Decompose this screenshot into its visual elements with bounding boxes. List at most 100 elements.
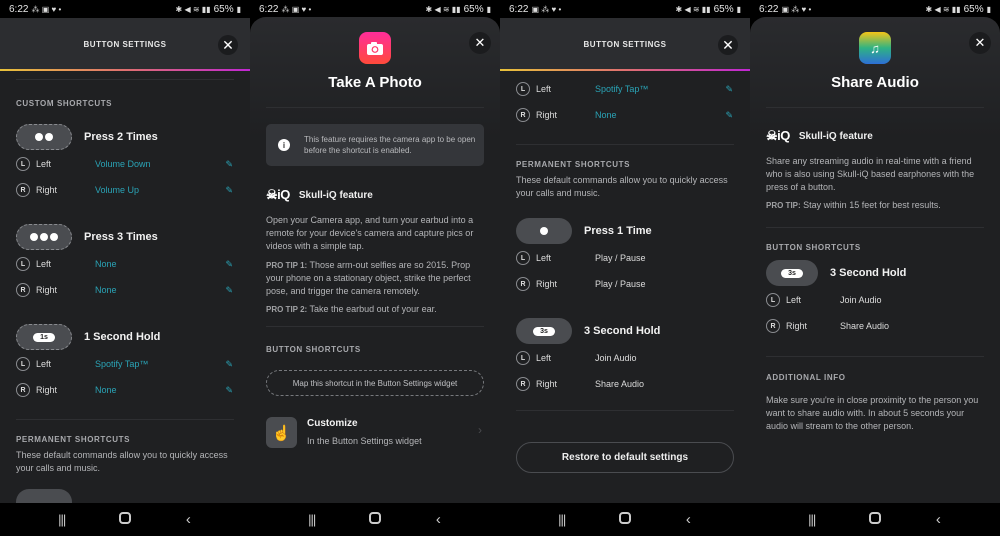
hold-3s-pill: 3s: [516, 318, 572, 344]
shortcut-value[interactable]: None: [95, 285, 117, 295]
shortcut-row-right[interactable]: R Right Volume Up ✎: [0, 177, 250, 203]
camera-icon: [367, 41, 383, 55]
sheet-title: Take A Photo: [328, 74, 422, 91]
side-label: Left: [786, 295, 802, 305]
back-button[interactable]: ‹: [423, 511, 453, 528]
shortcut-value[interactable]: None: [95, 385, 117, 395]
close-icon: ✕: [222, 36, 234, 53]
edit-icon[interactable]: ✎: [225, 259, 233, 270]
shortcut-row-right[interactable]: R Right None ✎: [0, 377, 250, 403]
group-title: 1 Second Hold: [84, 331, 161, 343]
info-notice: i This feature requires the camera app t…: [266, 124, 484, 166]
shortcut-row-right[interactable]: R Right None ✎: [500, 102, 750, 128]
notification-icons: ▣ ⁂ ♥ •: [531, 4, 562, 14]
side-label: Right: [36, 185, 58, 195]
recent-apps-button[interactable]: |||: [47, 512, 77, 527]
shortcut-row-right: R Right Share Audio: [750, 313, 1000, 339]
press-1-pill-partial: [16, 489, 72, 503]
recent-apps-button[interactable]: |||: [297, 512, 327, 527]
settings-body[interactable]: L Left Spotify Tap™ ✎ R Right None ✎ PERMANENT…: [500, 71, 750, 503]
settings-body[interactable]: CUSTOM SHORTCUTS Press 2 Times L Left Volu…: [0, 71, 250, 503]
edit-icon[interactable]: ✎: [225, 285, 233, 296]
right-badge: R: [16, 383, 30, 397]
home-button[interactable]: [360, 511, 390, 528]
left-badge: L: [516, 351, 530, 365]
permanent-shortcuts-desc: These default commands allow you to quic…: [516, 175, 728, 198]
sheet-title: Share Audio: [831, 74, 919, 91]
battery-level: 65%: [213, 3, 234, 15]
shortcut-value[interactable]: None: [95, 259, 117, 269]
shortcut-value[interactable]: Volume Up: [95, 185, 139, 195]
status-time: 6:22: [259, 3, 279, 15]
back-button[interactable]: ‹: [923, 511, 953, 528]
close-button[interactable]: ✕: [218, 35, 238, 55]
close-button[interactable]: ✕: [718, 35, 738, 55]
close-icon: ✕: [974, 35, 986, 50]
edit-icon[interactable]: ✎: [225, 185, 233, 196]
shortcut-row-left[interactable]: L Left None ✎: [0, 251, 250, 277]
duration-tag: 3s: [781, 268, 803, 278]
android-nav-bar: ||| ‹: [500, 503, 750, 536]
pro-tip-1: PRO TIP 1: Those arm-out selfies are so …: [266, 259, 488, 298]
hold-1s-pill[interactable]: 1s: [16, 324, 72, 350]
back-button[interactable]: ‹: [173, 511, 203, 528]
battery-icon: ▮: [236, 4, 241, 14]
shortcut-group-1s-hold: 1s 1 Second Hold L Left Spotify Tap™ ✎ R Righ…: [0, 323, 250, 403]
screen-take-a-photo: 6:22 ⁂ ▣ ♥ • ✱ ◀ ≋ ▮▮ 65% ▮ ✕ Take A Photo …: [250, 0, 500, 536]
back-button[interactable]: ‹: [673, 511, 703, 528]
shortcut-row-right[interactable]: R Right None ✎: [0, 277, 250, 303]
recent-apps-button[interactable]: |||: [797, 512, 827, 527]
group-title: 3 Second Hold: [584, 325, 661, 337]
status-bar: 6:22 ⁂ ▣ ♥ • ✱ ◀ ≋ ▮▮ 65% ▮: [0, 0, 250, 18]
edit-icon[interactable]: ✎: [725, 84, 733, 95]
divider: [16, 79, 234, 80]
feature-description: Share any streaming audio in real-time w…: [766, 156, 975, 192]
customize-row[interactable]: ☝ Customize In the Button Settings widge…: [250, 415, 500, 451]
close-icon: ✕: [722, 36, 734, 53]
share-audio-app-icon: ♫: [859, 32, 891, 64]
android-nav-bar: ||| ‹: [0, 503, 250, 536]
header: BUTTON SETTINGS ✕: [0, 18, 250, 70]
press-3-pill[interactable]: [16, 224, 72, 250]
restore-defaults-button[interactable]: Restore to default settings: [516, 442, 734, 473]
group-title: 3 Second Hold: [830, 267, 907, 279]
shortcut-value[interactable]: Volume Down: [95, 159, 151, 169]
right-badge: R: [516, 377, 530, 391]
permanent-shortcuts-label: PERMANENT SHORTCUTS: [516, 160, 631, 169]
press-2-pill[interactable]: [16, 124, 72, 150]
chevron-right-icon: ›: [478, 423, 482, 437]
pro-tip-label: PRO TIP 2:: [266, 305, 308, 314]
edit-icon[interactable]: ✎: [225, 159, 233, 170]
side-label: Left: [36, 259, 52, 269]
close-button[interactable]: ✕: [469, 32, 491, 54]
map-shortcut-hint: Map this shortcut in the Button Settings…: [266, 370, 484, 396]
permanent-shortcuts-label: PERMANENT SHORTCUTS: [16, 435, 131, 444]
shortcut-row-left[interactable]: L Left Volume Down ✎: [0, 151, 250, 177]
customize-title: Customize: [307, 418, 358, 429]
close-button[interactable]: ✕: [969, 32, 991, 54]
home-button[interactable]: [860, 511, 890, 528]
divider: [16, 419, 234, 420]
dot-icon: [40, 233, 48, 241]
home-button[interactable]: [110, 511, 140, 528]
left-badge: L: [766, 293, 780, 307]
status-bar: 6:22 ▣ ⁂ ♥ • ✱ ◀ ≋ ▮▮ 65% ▮: [500, 0, 750, 18]
skull-iq-logo: ☠iQ: [766, 128, 790, 143]
shortcut-value[interactable]: None: [595, 110, 617, 120]
edit-icon[interactable]: ✎: [225, 359, 233, 370]
edit-icon[interactable]: ✎: [725, 110, 733, 121]
battery-level: 65%: [963, 3, 984, 15]
recent-apps-button[interactable]: |||: [547, 512, 577, 527]
shortcut-row-left[interactable]: L Left Spotify Tap™ ✎: [500, 76, 750, 102]
home-button[interactable]: [610, 511, 640, 528]
shortcut-row-right: R Right Play / Pause: [500, 271, 750, 297]
shortcut-row-left[interactable]: L Left Spotify Tap™ ✎: [0, 351, 250, 377]
additional-info-label: ADDITIONAL INFO: [766, 373, 846, 382]
edit-icon[interactable]: ✎: [225, 385, 233, 396]
shortcut-value[interactable]: Spotify Tap™: [95, 359, 148, 369]
info-text: This feature requires the camera app to …: [304, 135, 476, 155]
bottom-sheet: ✕ Take A Photo i This feature requires t…: [250, 17, 500, 503]
pro-tip-2: PRO TIP 2: Take the earbud out of your e…: [266, 303, 488, 316]
shortcut-value[interactable]: Spotify Tap™: [595, 84, 648, 94]
shortcut-group-press-1: Press 1 Time L Left Play / Pause R Right Pla…: [500, 217, 750, 297]
